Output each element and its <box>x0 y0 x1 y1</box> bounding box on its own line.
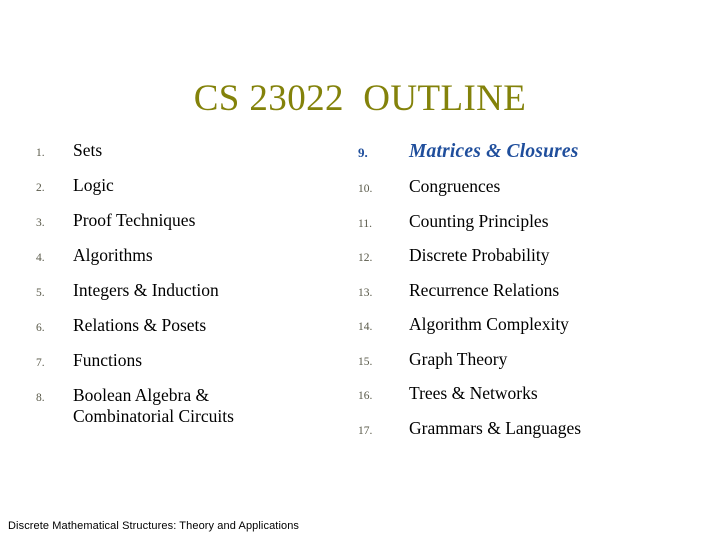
outline-item[interactable]: 11. Counting Principles <box>358 211 708 233</box>
outline-item-label: Trees & Networks <box>409 383 538 403</box>
outline-item-highlighted[interactable]: 9. Matrices & Closures <box>358 140 708 162</box>
outline-item-label: Sets <box>73 140 103 160</box>
outline-item[interactable]: 8. Boolean Algebra & Combinatorial Circu… <box>36 385 356 427</box>
outline-item-label: Recurrence Relations <box>409 279 560 300</box>
outline-item-number: 8. <box>36 392 45 404</box>
outline-item-label: Grammars & Languages <box>409 417 582 438</box>
outline-item-label: Counting Principles <box>409 210 549 231</box>
outline-item-label: Algorithm Complexity <box>409 314 569 334</box>
outline-item-number: 12. <box>358 252 373 264</box>
outline-item-label: Integers & Induction <box>73 280 219 300</box>
outline-item[interactable]: 13. Recurrence Relations <box>358 280 708 302</box>
outline-item-number: 6. <box>36 322 45 334</box>
outline-item[interactable]: 7. Functions <box>36 350 356 372</box>
outline-item[interactable]: 12. Discrete Probability <box>358 245 708 267</box>
outline-item[interactable]: 3. Proof Techniques <box>36 210 356 232</box>
outline-item-number: 10. <box>358 183 373 195</box>
outline-item-label: Boolean Algebra & Combinatorial Circuits <box>73 385 234 426</box>
outline-item-number: 14. <box>358 321 373 333</box>
outline-item-number: 7. <box>36 357 45 369</box>
page-title: CS 23022 OUTLINE <box>193 78 527 119</box>
outline-item-number: 5. <box>36 287 45 299</box>
outline-item[interactable]: 5. Integers & Induction <box>36 280 356 302</box>
outline-item-number: 16. <box>358 390 373 402</box>
outline-item-label: Proof Techniques <box>73 210 196 230</box>
outline-item[interactable]: 1. Sets <box>36 140 356 162</box>
outline-item-number: 4. <box>36 252 45 264</box>
outline-item-number: 17. <box>358 424 373 437</box>
slide-canvas: CS 23022 OUTLINE 1. Sets 2. Logic 3. Pro… <box>0 0 720 540</box>
outline-item-number: 9. <box>358 145 368 160</box>
outline-item-number: 15. <box>358 355 373 368</box>
outline-item-label: Algorithms <box>73 245 153 265</box>
outline-item[interactable]: 15. Graph Theory <box>358 349 708 371</box>
outline-item-label: Relations & Posets <box>73 315 207 335</box>
outline-item[interactable]: 16. Trees & Networks <box>358 383 708 405</box>
outline-right-column: 9. Matrices & Closures 10. Congruences 1… <box>358 140 708 452</box>
outline-item-number: 1. <box>36 147 45 159</box>
outline-item-label: Functions <box>73 350 143 370</box>
outline-left-column: 1. Sets 2. Logic 3. Proof Techniques 4. … <box>36 140 356 440</box>
outline-item-label: Logic <box>73 175 114 195</box>
outline-item[interactable]: 4. Algorithms <box>36 245 356 267</box>
outline-item[interactable]: 17. Grammars & Languages <box>358 418 708 440</box>
outline-item-number: 11. <box>358 217 372 230</box>
outline-item[interactable]: 2. Logic <box>36 175 356 197</box>
outline-item-label: Matrices & Closures <box>409 141 579 162</box>
outline-item[interactable]: 6. Relations & Posets <box>36 315 356 337</box>
outline-item-number: 2. <box>36 182 45 194</box>
outline-item[interactable]: 14. Algorithm Complexity <box>358 314 708 336</box>
outline-item-label: Discrete Probability <box>409 245 550 265</box>
outline-item[interactable]: 10. Congruences <box>358 176 708 198</box>
outline-item-number: 3. <box>36 217 45 229</box>
outline-item-number: 13. <box>358 286 373 299</box>
footer-text: Discrete Mathematical Structures: Theory… <box>8 520 300 532</box>
outline-item-label: Graph Theory <box>409 348 508 369</box>
outline-item-label: Congruences <box>409 176 501 196</box>
